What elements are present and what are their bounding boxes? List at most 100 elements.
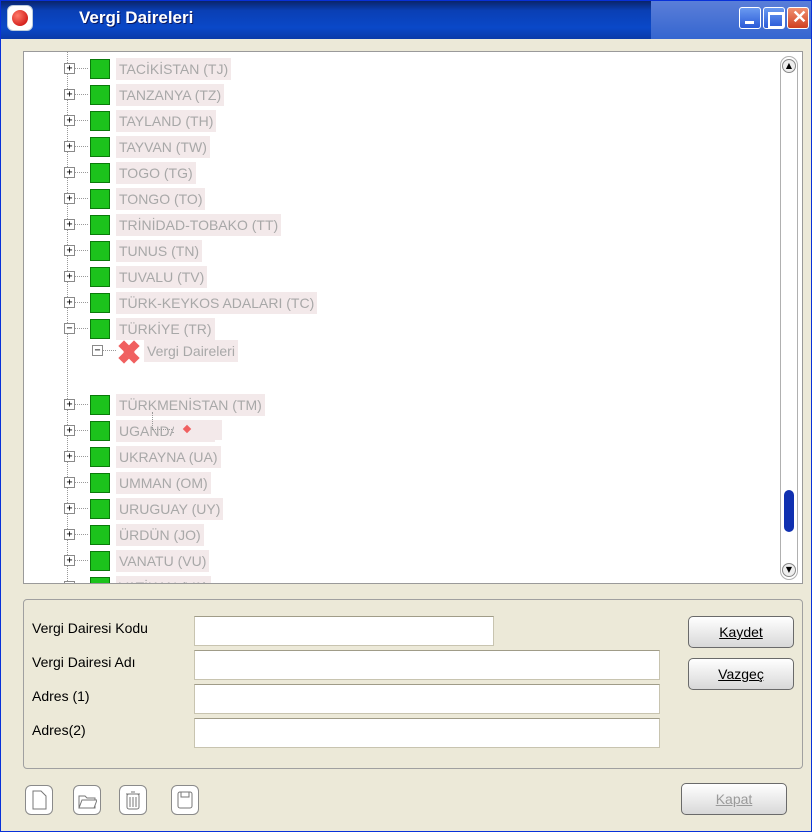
expand-icon[interactable]: + [64,555,75,566]
save-disk-button[interactable] [171,785,199,815]
expand-icon[interactable]: + [64,63,75,74]
expand-icon[interactable]: + [64,425,75,436]
tree-node-label[interactable]: TÜRKİYE (TR) [116,318,215,340]
tree-leaf-node[interactable] [174,420,222,440]
tree-node-label[interactable]: TAYLAND (TH) [116,110,217,132]
country-icon [90,163,110,183]
tree-connector [75,302,88,303]
tree-node[interactable]: + UGANDA (UG) [58,420,458,442]
tree-node[interactable]: + UKRAYNA (UA) [58,446,458,468]
tree-node-label[interactable]: URUGUAY (UY) [116,498,224,520]
tree-connector [75,146,88,147]
tree-node[interactable]: + TACİKİSTAN (TJ) [58,58,458,80]
cancel-button[interactable]: Vazgeç [688,658,794,690]
minimize-button[interactable] [739,7,761,29]
tree-node-label[interactable]: TOGO (TG) [116,162,196,184]
expand-icon[interactable]: + [64,477,75,488]
tree-connector [75,120,88,121]
tree-node[interactable]: + URUGUAY (UY) [58,498,458,520]
app-icon[interactable] [7,5,33,31]
tree-child-node[interactable]: − Vergi Daireleri [58,340,458,364]
open-button[interactable] [73,785,101,815]
tree-node-label[interactable]: ÜRDÜN (JO) [116,524,204,546]
tree-connector [75,172,88,173]
tree-node[interactable]: + TUNUS (TN) [58,240,458,262]
save-button[interactable]: Kaydet [688,616,794,648]
country-icon [90,137,110,157]
tree-node-label[interactable]: VANATU (VU) [116,550,210,572]
expand-icon[interactable]: + [64,115,75,126]
tree-connector [75,94,88,95]
expand-icon[interactable]: + [64,219,75,230]
close-dialog-button[interactable]: Kapat [681,783,787,815]
expand-icon[interactable]: + [64,529,75,540]
expand-icon[interactable]: + [64,297,75,308]
tree-node-label[interactable]: UKRAYNA (UA) [116,446,221,468]
country-icon [90,241,110,261]
expand-icon[interactable]: + [64,581,75,583]
tree-node[interactable]: + TAYLAND (TH) [58,110,458,132]
tree-connector [75,328,88,329]
tree-node-label[interactable]: UMMAN (OM) [116,472,211,494]
collapse-icon[interactable]: − [92,345,103,356]
tree-node-label[interactable]: TONGO (TO) [116,188,206,210]
new-document-icon [32,790,47,810]
tree-node[interactable]: − TÜRKİYE (TR) [58,318,458,340]
address1-label: Adres (1) [32,688,90,704]
expand-icon[interactable]: + [64,503,75,514]
tree-node[interactable]: + ÜRDÜN (JO) [58,524,458,546]
tree-node-label[interactable]: TACİKİSTAN (TJ) [116,58,232,80]
tree-node[interactable]: + TUVALU (TV) [58,266,458,288]
title-bar[interactable]: Vergi Daireleri ✕ [1,1,811,39]
country-icon [90,189,110,209]
tree-connector [75,68,88,69]
close-button[interactable]: ✕ [787,7,809,29]
tree-node-label[interactable]: TANZANYA (TZ) [116,84,225,106]
delete-button[interactable] [119,785,147,815]
expand-icon[interactable]: + [64,141,75,152]
tree-node[interactable]: + TÜRKMENİSTAN (TM) [58,394,458,416]
expand-icon[interactable]: + [64,193,75,204]
tree-node[interactable]: + TAYVAN (TW) [58,136,458,158]
scroll-down-icon[interactable]: ▼ [782,563,796,577]
scrollbar-thumb[interactable] [784,490,794,532]
expand-icon[interactable]: + [64,167,75,178]
scroll-up-icon[interactable]: ▲ [782,59,796,73]
country-icon [90,111,110,131]
tree-node[interactable]: + TOGO (TG) [58,162,458,184]
country-icon [90,395,110,415]
expand-icon[interactable]: + [64,451,75,462]
tree-node[interactable]: + VATİKAN (VA) [58,576,458,583]
vertical-scrollbar[interactable]: ▲ ▼ [780,56,798,580]
leaf-icon [182,424,192,434]
expand-icon[interactable]: + [64,399,75,410]
tree-node-label[interactable]: TRİNİDAD-TOBAKO (TT) [116,214,282,236]
tree-node[interactable]: + TÜRK-KEYKOS ADALARI (TC) [58,292,458,314]
tree-node[interactable]: + TRİNİDAD-TOBAKO (TT) [58,214,458,236]
name-input[interactable] [194,650,660,680]
address1-input[interactable] [194,684,660,714]
tax-office-icon [118,340,142,364]
code-input[interactable] [194,616,494,646]
tree-node[interactable]: + VANATU (VU) [58,550,458,572]
tree-node[interactable]: + UMMAN (OM) [58,472,458,494]
tree-connector [75,404,88,405]
tree-node[interactable]: + TANZANYA (TZ) [58,84,458,106]
expand-icon[interactable]: + [64,89,75,100]
expand-icon[interactable]: + [64,245,75,256]
tree-node-label[interactable]: TUVALU (TV) [116,266,208,288]
expand-icon[interactable]: + [64,271,75,282]
tree-node-label[interactable]: TUNUS (TN) [116,240,203,262]
tree-node-label[interactable]: TÜRK-KEYKOS ADALARI (TC) [116,292,318,314]
tree-node-label[interactable]: TÜRKMENİSTAN (TM) [116,394,265,416]
tree-view[interactable]: + TACİKİSTAN (TJ) + TANZANYA (TZ) + TAYLAND (… [23,51,803,584]
tree-node[interactable]: + TONGO (TO) [58,188,458,210]
tree-node-label[interactable]: VATİKAN (VA) [116,576,211,583]
address2-label: Adres(2) [32,722,86,738]
new-document-button[interactable] [25,785,53,815]
collapse-icon[interactable]: − [64,323,75,334]
address2-input[interactable] [194,718,660,748]
tree-node-label[interactable]: TAYVAN (TW) [116,136,210,158]
maximize-button[interactable] [763,7,785,29]
tree-child-label[interactable]: Vergi Daireleri [144,340,238,362]
